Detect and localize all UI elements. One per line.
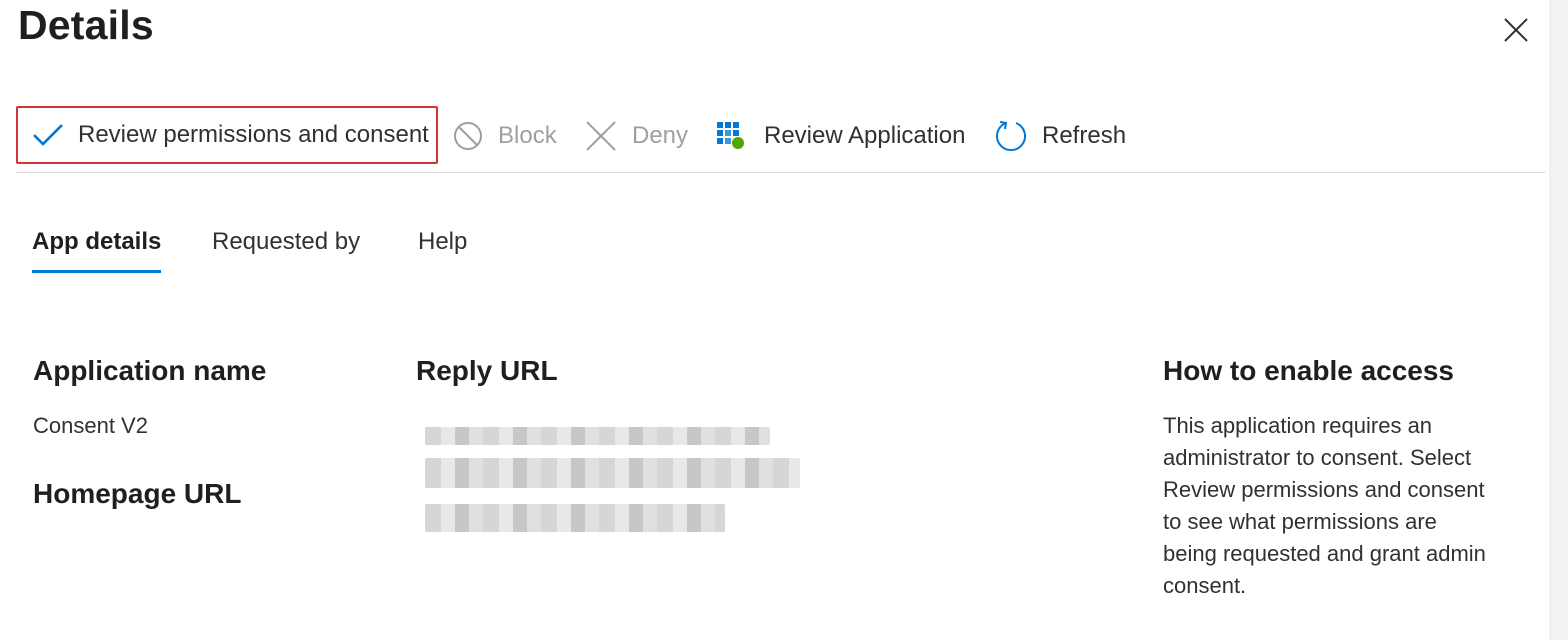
help-text-line: to see what permissions are: [1163, 509, 1437, 534]
help-text: This application requires an administrat…: [1163, 410, 1543, 602]
page-title: Details: [18, 2, 154, 48]
help-text-line: Review permissions and consent: [1163, 477, 1485, 502]
details-panel: Details Review permissions and consent B…: [0, 0, 1568, 640]
help-text-line: administrator to consent. Select: [1163, 445, 1472, 470]
reply-url-heading: Reply URL: [416, 355, 558, 386]
application-name-heading: Application name: [33, 355, 267, 386]
redacted-reply-url-line: [425, 504, 725, 532]
tab-requested-by[interactable]: Requested by: [212, 228, 360, 270]
block-icon: [452, 120, 484, 152]
command-bar: Review permissions and consent Block Den…: [16, 106, 1546, 173]
tab-help[interactable]: Help: [418, 228, 467, 270]
homepage-url-heading: Homepage URL: [33, 478, 242, 509]
block-label: Block: [498, 122, 557, 149]
review-permissions-label: Review permissions and consent: [78, 121, 429, 148]
help-text-line: This application requires an: [1163, 413, 1433, 438]
review-permissions-button[interactable]: Review permissions and consent: [16, 106, 438, 164]
review-application-icon: [716, 121, 746, 151]
deny-button[interactable]: Deny: [584, 106, 688, 166]
refresh-button[interactable]: Refresh: [994, 106, 1126, 166]
redacted-reply-url-line: [425, 458, 800, 488]
review-application-label: Review Application: [764, 122, 966, 149]
review-application-button[interactable]: Review Application: [716, 106, 965, 166]
block-button[interactable]: Block: [452, 106, 557, 166]
tab-app-details[interactable]: App details: [32, 228, 162, 273]
help-text-line: consent.: [1163, 573, 1247, 598]
redacted-reply-url-line: [425, 427, 770, 445]
help-text-line: being requested and grant admin: [1163, 541, 1486, 566]
refresh-icon: [994, 119, 1028, 153]
help-heading: How to enable access: [1163, 355, 1455, 386]
checkmark-icon: [32, 123, 64, 147]
deny-label: Deny: [632, 122, 689, 149]
deny-icon: [584, 119, 618, 153]
refresh-label: Refresh: [1042, 122, 1127, 149]
application-name-value: Consent V2: [33, 413, 148, 438]
scrollbar[interactable]: [1549, 0, 1568, 640]
close-button[interactable]: [1496, 12, 1536, 52]
close-icon: [1504, 18, 1528, 42]
